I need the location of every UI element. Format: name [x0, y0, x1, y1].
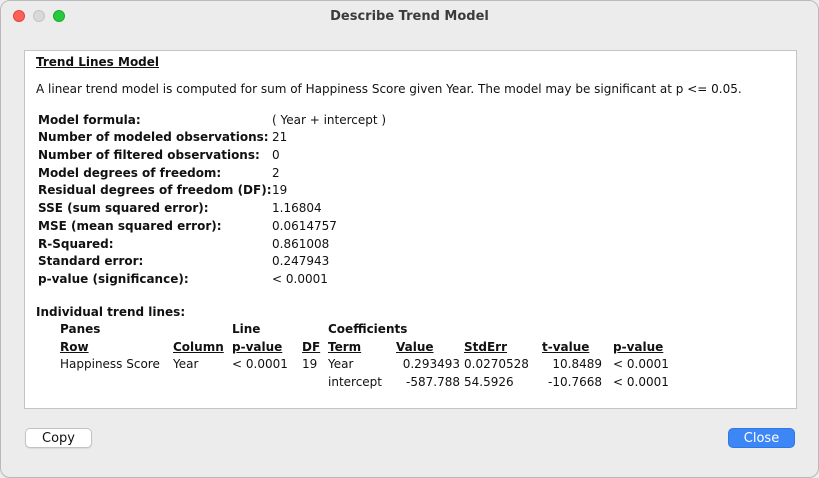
stat-label: Model degrees of freedom:	[38, 166, 222, 180]
column-header-row: Row	[60, 340, 89, 354]
table-cell-line-pvalue: < 0.0001	[232, 357, 288, 371]
stat-label: R-Squared:	[38, 237, 114, 251]
stat-value: 0.247943	[272, 254, 330, 268]
model-description: A linear trend model is computed for sum…	[36, 82, 742, 96]
stat-value: 0.0614757	[272, 219, 337, 233]
column-header-column: Column	[173, 340, 224, 354]
report-panel: Trend Lines Model A linear trend model i…	[24, 50, 797, 409]
stat-label: MSE (mean squared error):	[38, 219, 222, 233]
stat-label: Standard error:	[38, 254, 144, 268]
stat-value: < 0.0001	[272, 272, 328, 286]
stat-value: 19	[272, 183, 288, 197]
table-cell-value: -587.788	[406, 375, 460, 389]
stat-label: Residual degrees of freedom (DF):	[38, 183, 272, 197]
stat-value: 0	[272, 148, 280, 162]
table-cell-row: Happiness Score	[60, 357, 160, 371]
stat-value: 0.861008	[272, 237, 330, 251]
table-cell-stderr: 0.0270528	[464, 357, 529, 371]
group-header-line: Line	[232, 322, 261, 336]
dialog-window: Describe Trend Model Trend Lines Model A…	[0, 0, 819, 478]
copy-button[interactable]: Copy	[25, 428, 92, 448]
column-header-value: Value	[396, 340, 434, 354]
column-header-line-pvalue: p-value	[232, 340, 283, 354]
stat-value: ( Year + intercept )	[272, 113, 387, 127]
column-header-pvalue: p-value	[613, 340, 664, 354]
column-header-term: Term	[328, 340, 362, 354]
table-cell-pvalue: < 0.0001	[613, 357, 669, 371]
stat-value: 21	[272, 130, 288, 144]
table-cell-term: Year	[328, 357, 354, 371]
table-cell-term: intercept	[328, 375, 382, 389]
title-bar: Describe Trend Model	[1, 1, 818, 32]
stat-label: Number of modeled observations:	[38, 130, 269, 144]
individual-trend-title: Individual trend lines:	[36, 305, 186, 319]
section-title: Trend Lines Model	[36, 55, 160, 69]
stat-value: 2	[272, 166, 280, 180]
stat-label: Number of filtered observations:	[38, 148, 260, 162]
column-header-df: DF	[302, 340, 321, 354]
table-cell-stderr: 54.5926	[464, 375, 514, 389]
stat-label: p-value (significance):	[38, 272, 189, 286]
group-header-panes: Panes	[60, 322, 101, 336]
table-cell-column: Year	[173, 357, 199, 371]
stat-label: SSE (sum squared error):	[38, 201, 209, 215]
table-cell-tvalue: -10.7668	[548, 375, 602, 389]
window-title: Describe Trend Model	[330, 9, 489, 24]
close-button[interactable]: Close	[728, 428, 795, 448]
table-cell-tvalue: 10.8489	[552, 357, 602, 371]
stat-value: 1.16804	[272, 201, 322, 215]
column-header-tvalue: t-value	[542, 340, 590, 354]
stat-label: Model formula:	[38, 113, 141, 127]
table-cell-df: 19	[302, 357, 318, 371]
column-header-stderr: StdErr	[464, 340, 508, 354]
table-cell-value: 0.293493	[402, 357, 460, 371]
group-header-coefficients: Coefficients	[328, 322, 408, 336]
table-cell-pvalue: < 0.0001	[613, 375, 669, 389]
